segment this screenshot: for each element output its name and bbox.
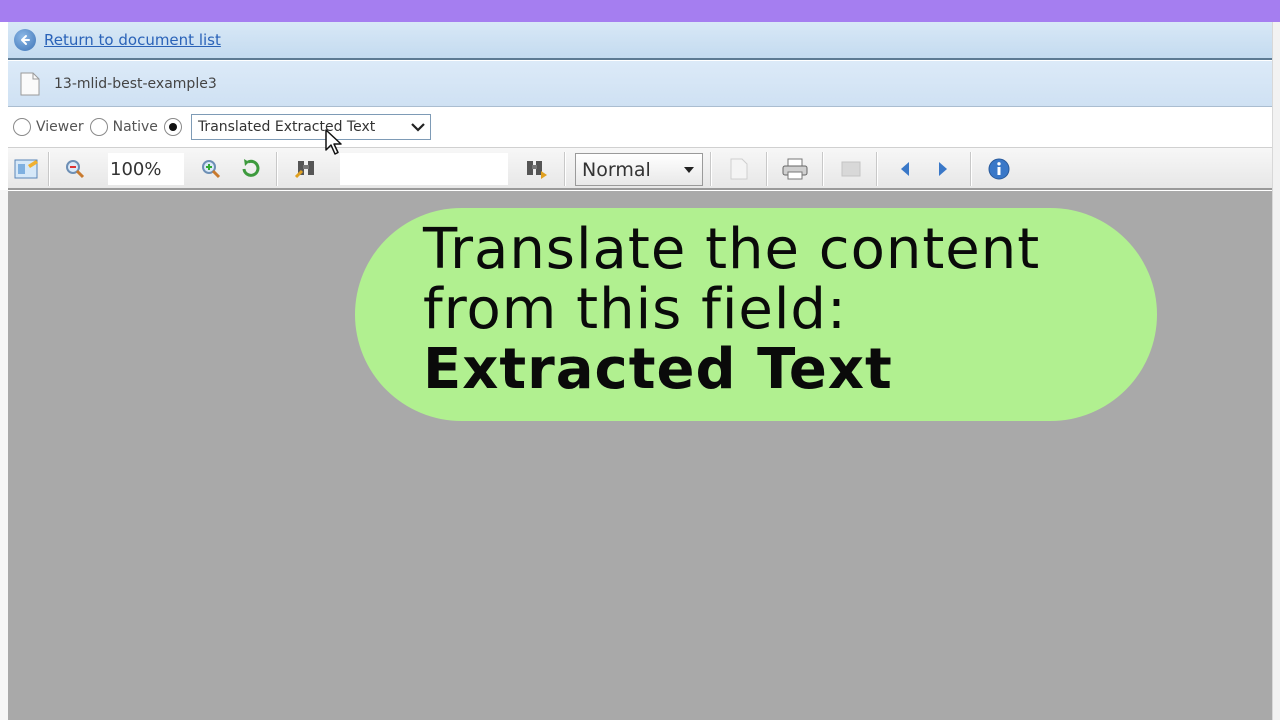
toolbar-separator bbox=[48, 152, 50, 186]
return-to-document-list-link[interactable]: Return to document list bbox=[44, 31, 221, 49]
back-arrow-icon[interactable] bbox=[14, 29, 36, 51]
info-icon[interactable] bbox=[984, 155, 1014, 183]
toolbar-separator bbox=[876, 152, 878, 186]
window-left-edge bbox=[0, 190, 8, 720]
page-icon[interactable] bbox=[724, 155, 754, 183]
translated-radio[interactable] bbox=[163, 118, 182, 136]
native-radio-label[interactable]: Native bbox=[113, 119, 158, 135]
return-bar: Return to document list bbox=[8, 22, 1272, 60]
native-radio[interactable] bbox=[89, 118, 108, 136]
view-mode-bar: Viewer Native Translated Extracted Text bbox=[8, 107, 1272, 147]
display-mode-select[interactable]: Normal bbox=[575, 153, 703, 186]
callout-line-2: from this field: bbox=[423, 277, 847, 342]
callout-field-name: Extracted Text bbox=[423, 337, 893, 402]
translated-field-select[interactable]: Translated Extracted Text bbox=[190, 114, 431, 140]
stop-icon[interactable] bbox=[836, 155, 866, 183]
document-icon bbox=[20, 72, 40, 96]
chevron-down-icon[interactable] bbox=[406, 115, 430, 139]
callout-line-1: Translate the content bbox=[423, 217, 1041, 282]
viewer-radio[interactable] bbox=[13, 118, 31, 136]
window-right-edge bbox=[1272, 22, 1280, 720]
caret-down-icon bbox=[684, 167, 694, 173]
rotate-icon[interactable] bbox=[236, 155, 266, 183]
display-mode-value: Normal bbox=[582, 158, 651, 181]
toolbar-separator bbox=[970, 152, 972, 186]
find-next-icon[interactable] bbox=[520, 155, 552, 183]
thumbnails-icon[interactable] bbox=[12, 155, 42, 183]
viewer-toolbar: 100% Normal bbox=[8, 147, 1272, 190]
zoom-in-icon[interactable] bbox=[196, 155, 226, 183]
viewer-radio-label[interactable]: Viewer bbox=[36, 119, 84, 135]
toolbar-separator bbox=[766, 152, 768, 186]
toolbar-separator bbox=[710, 152, 712, 186]
find-icon[interactable] bbox=[291, 155, 321, 183]
zoom-level[interactable]: 100% bbox=[108, 153, 184, 185]
toolbar-separator bbox=[276, 152, 278, 186]
mouse-pointer-icon bbox=[324, 128, 344, 158]
translated-field-select-value: Translated Extracted Text bbox=[197, 119, 376, 135]
toolbar-separator bbox=[564, 152, 566, 186]
document-header: 13-mlid-best-example3 bbox=[8, 61, 1272, 107]
zoom-out-icon[interactable] bbox=[60, 155, 90, 183]
next-page-icon[interactable] bbox=[930, 155, 956, 183]
print-icon[interactable] bbox=[778, 155, 812, 183]
instruction-callout: Translate the content from this field: E… bbox=[355, 208, 1157, 421]
previous-page-icon[interactable] bbox=[892, 155, 918, 183]
document-name: 13-mlid-best-example3 bbox=[54, 75, 217, 92]
search-input[interactable] bbox=[340, 153, 508, 185]
top-accent-bar bbox=[0, 0, 1280, 22]
toolbar-separator bbox=[822, 152, 824, 186]
